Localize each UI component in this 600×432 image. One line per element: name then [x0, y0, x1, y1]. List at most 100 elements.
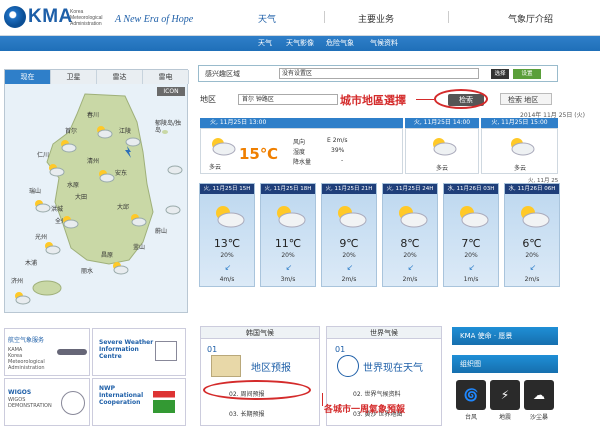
map-tab-satellite[interactable]: 卫星 — [51, 70, 97, 84]
forecast-pop: 20% — [342, 252, 356, 259]
airplane-icon — [57, 349, 87, 355]
annotation-arrow — [416, 99, 434, 100]
partly-cloudy-icon — [460, 206, 489, 228]
forecast-pop: 20% — [220, 252, 234, 259]
humidity-label: 湿度 — [293, 149, 306, 156]
city-label[interactable]: 水原 — [67, 180, 79, 189]
city-label[interactable]: 全州 — [55, 216, 67, 225]
city-label[interactable]: 江陵 — [119, 126, 131, 135]
map-tab-now[interactable]: 现在 — [5, 70, 51, 84]
wind-direction-icon: ↙ — [346, 263, 354, 272]
forecast-time: 水, 11月26日 06H — [505, 184, 559, 194]
link-severe-weather[interactable]: Severe Weather Information Centre — [92, 328, 186, 376]
link-wigos[interactable]: WIGOS WIGOS DEMONSTRATION — [4, 378, 90, 426]
city-label[interactable]: 木浦 — [25, 258, 37, 267]
forecast-card: 水, 11月26日 03H 7℃ 20% ↙ 1m/s — [443, 183, 499, 287]
world-weather-link[interactable]: 世界现在天气 — [363, 359, 423, 374]
forecast-time: 火, 11月25日 24H — [383, 184, 437, 194]
region-search-label[interactable]: 检索 地区 — [508, 95, 538, 105]
humidity-value: 39% — [331, 147, 345, 154]
sub-navigation: 天气 天气影像 危险气象 气候资料 — [0, 36, 600, 51]
city-label[interactable]: 大田 — [75, 192, 87, 201]
satellite-icon — [61, 391, 85, 415]
link-nwp[interactable]: NWP International Cooperation — [92, 378, 186, 426]
typhoon-label[interactable]: 台风 — [456, 412, 486, 421]
severe-weather-title: Severe Weather Information Centre — [99, 339, 154, 360]
forecast-wind: 2m/s — [524, 276, 540, 283]
city-label[interactable]: 大邱 — [117, 202, 129, 211]
rain-value: - — [341, 157, 344, 164]
link-aviation[interactable]: 航空气象服务 KAMA Korea Meteorological Adminis… — [4, 328, 90, 376]
dust-icon[interactable]: ☁ — [524, 380, 554, 410]
city-label[interactable]: 春川 — [87, 110, 99, 119]
earthquake-label[interactable]: 地震 — [490, 412, 520, 421]
interest-region-select[interactable]: 没有设置区 — [279, 68, 479, 79]
photo-banner[interactable]: 组织图 — [452, 355, 558, 373]
interest-region-bar: 感兴趣区域 没有设置区 选择 设置 — [198, 65, 558, 82]
nav-about[interactable]: 气象厅介绍 — [508, 12, 553, 25]
forecast-card: 火, 11月25日 24H 8℃ 20% ↙ 2m/s — [382, 183, 438, 287]
dust-label[interactable]: 沙尘暴 — [524, 412, 554, 421]
set-button[interactable]: 设置 — [513, 69, 541, 79]
wigos-title: WIGOS — [8, 389, 32, 396]
select-button[interactable]: 选择 — [491, 69, 509, 79]
monitor-icon — [155, 341, 177, 361]
forecast-temp: 13℃ — [213, 237, 241, 250]
annotation-circle — [434, 89, 488, 109]
map-tab-lightning[interactable]: 雷电 — [143, 70, 189, 84]
forecast-wind: 4m/s — [219, 276, 235, 283]
forecast-pop: 20% — [403, 252, 417, 259]
partly-cloudy-icon — [216, 206, 245, 228]
subnav-climate[interactable]: 气候资料 — [370, 38, 398, 48]
world-num: 01 — [335, 345, 346, 354]
nav-main-business[interactable]: 主要业务 — [358, 12, 394, 25]
globe-icon — [337, 355, 359, 377]
map-tab-radar[interactable]: 雷达 — [97, 70, 143, 84]
forecast-pop: 20% — [525, 252, 539, 259]
city-label[interactable]: 洪城 — [51, 204, 63, 213]
forecast-time: 水, 11月26日 03H — [444, 184, 498, 194]
weather-map-panel: 现在 卫星 雷达 雷电 ICON 春川 江陵 郁陵岛/独岛 首尔 仁川 清州 安… — [4, 69, 189, 313]
subnav-weather[interactable]: 天气 — [258, 38, 272, 48]
header-14h: 火, 11月25日 14:00 — [405, 118, 479, 128]
earthquake-icon[interactable]: ⚡ — [490, 380, 520, 410]
city-label[interactable]: 清州 — [87, 156, 99, 165]
nav-weather[interactable]: 天气 — [258, 12, 276, 25]
current-header: 火, 11月25日 13:00 — [200, 118, 403, 128]
city-label[interactable]: 釜山 — [133, 242, 145, 251]
header-15h: 火, 11月25日 15:00 — [481, 118, 558, 128]
typhoon-icon[interactable]: 🌀 — [456, 380, 486, 410]
kma-mission-banner[interactable]: KMA 使命 · 愿景 — [452, 327, 558, 345]
logo-text[interactable]: KMA — [28, 6, 73, 28]
forecast-temp: 8℃ — [400, 237, 420, 250]
city-label[interactable]: 郁陵岛/独岛 — [155, 120, 187, 134]
forecast-temp: 9℃ — [339, 237, 359, 250]
forecast-time: 火, 11月25日 18H — [261, 184, 315, 194]
city-label[interactable]: 蔚山 — [155, 226, 167, 235]
header: KMA Korea Meteorological Administration … — [0, 0, 600, 36]
kma-logo-icon[interactable] — [4, 6, 26, 28]
region-input[interactable]: 首尔 钟路区 — [238, 94, 338, 105]
city-label[interactable]: 济州 — [11, 276, 23, 285]
subnav-hazard[interactable]: 危险气象 — [326, 38, 354, 48]
wind-value: E 2m/s — [327, 137, 348, 144]
aviation-title: 航空气象服务 — [8, 337, 45, 344]
long-term-forecast-link[interactable]: 03. 长期预报 — [229, 409, 264, 418]
forecast-15h: 多云 — [481, 128, 558, 174]
nav-divider — [448, 11, 449, 23]
city-label[interactable]: 仁川 — [37, 150, 49, 159]
city-label[interactable]: 瑞山 — [29, 186, 41, 195]
subnav-weather-images[interactable]: 天气影像 — [286, 38, 314, 48]
city-label[interactable]: 安东 — [115, 168, 127, 177]
korea-map[interactable] — [25, 92, 175, 302]
city-label[interactable]: 昌原 — [101, 250, 113, 259]
forecast-wind: 3m/s — [280, 276, 296, 283]
city-label[interactable]: 丽水 — [81, 266, 93, 275]
city-label[interactable]: 光州 — [35, 232, 47, 241]
world-climate-data-link[interactable]: 02. 世界气候资料 — [353, 389, 400, 398]
city-label[interactable]: 首尔 — [65, 126, 77, 135]
regional-forecast-link[interactable]: 地区预报 — [251, 359, 291, 374]
annotation-arrow — [322, 393, 323, 406]
korea-climate-box: 韩国气候 01 地区预报 02. 周间预报 03. 长期预报 — [200, 326, 320, 426]
wind-label: 风向 — [293, 139, 306, 146]
